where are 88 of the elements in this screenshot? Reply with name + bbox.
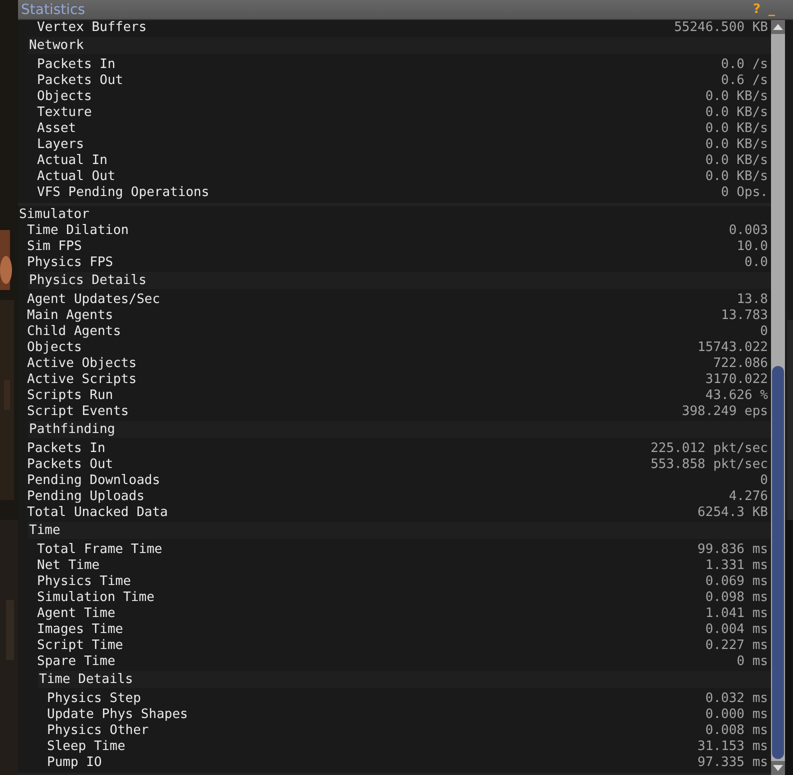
stat-label: Child Agents [27,324,122,340]
stat-value: 0 ms [736,654,768,670]
stat-value: 10.0 [736,239,768,255]
stat-label: VFS Pending Operations [37,185,210,201]
stat-value: 3170.022 [705,372,768,388]
stat-value: 0.6 /s [721,73,768,89]
stat-value: 398.249 eps [682,404,768,420]
scroll-up-icon[interactable] [771,20,785,34]
stat-value: 0.0 KB/s [705,169,768,185]
section-header[interactable]: Physics Details [28,272,771,289]
stat-value: 722.086 [713,356,768,372]
stat-value: 0 Ops. [721,185,768,201]
stat-value: 0.003 [728,223,768,239]
stat-value: 55246.500 KB [674,20,768,36]
stat-label: Script Events [27,404,130,420]
stat-label: Scripts Run [27,388,114,404]
section-header[interactable]: Pathfinding [28,421,771,438]
stat-value: 0 [760,473,768,489]
stat-value: 0.069 ms [705,574,768,590]
stat-label: Update Phys Shapes [47,707,189,723]
stat-value: 43.626 % [705,388,768,404]
stat-label: Time Dilation [27,223,130,239]
stat-value: 13.783 [721,308,768,324]
stat-label: Spare Time [37,654,116,670]
stat-value: 6254.3 KB [698,505,768,521]
stat-value: 0.004 ms [705,622,768,638]
stat-value: 1.041 ms [705,606,768,622]
stat-label: Texture [37,105,93,121]
stat-label: Packets In [27,441,106,457]
section-header[interactable]: Simulator [18,206,771,223]
stat-label: Net Time [37,558,101,574]
stat-label: Main Agents [27,308,114,324]
section-header[interactable]: Network [28,37,771,54]
stat-label: Agent Time [37,606,116,622]
stat-value: 553.858 pkt/sec [650,457,768,473]
stat-label: Pending Downloads [27,473,162,489]
stat-value: 0.0 /s [721,57,768,73]
stat-value: 0.0 KB/s [705,105,768,121]
stat-label: Packets Out [27,457,114,473]
stat-label: Physics Step [47,691,142,707]
section-header[interactable]: Time [28,522,771,539]
stat-label: Physics FPS [27,255,114,271]
stat-label: Actual In [37,153,108,169]
stat-value: 0.000 ms [705,707,768,723]
stat-label: Active Scripts [27,372,138,388]
stat-value: 0.0 KB/s [705,153,768,169]
stat-label: Images Time [37,622,124,638]
stat-label: Objects [37,89,93,105]
stat-label: Objects [27,340,83,356]
stat-value: 0.227 ms [705,638,768,654]
stat-label: Actual Out [37,169,116,185]
stat-label: Physics Time [37,574,132,590]
stat-label: Sleep Time [47,739,126,755]
scrollbar[interactable] [771,20,785,775]
stat-label: Script Time [37,638,124,654]
stat-label: Total Frame Time [37,542,164,558]
stat-value: 13.8 [736,292,768,308]
stat-value: 0 [760,324,768,340]
stat-label: Sim FPS [27,239,83,255]
stat-value: 97.335 ms [698,755,768,771]
scroll-down-icon[interactable] [771,761,785,775]
stat-value: 0.0 KB/s [705,89,768,105]
window-title: Statistics [21,2,86,18]
stat-label: Total Unacked Data [27,505,169,521]
stat-label: Agent Updates/Sec [27,292,162,308]
stat-label: Packets Out [37,73,124,89]
stat-value: 31.153 ms [698,739,768,755]
stat-value: 0.032 ms [705,691,768,707]
stat-label: Layers [37,137,85,153]
section-header[interactable]: Time Details [38,671,771,688]
stat-value: 0.0 [744,255,768,271]
stat-value: 99.836 ms [698,542,768,558]
stat-value: 1.331 ms [705,558,768,574]
stat-value: 225.012 pkt/sec [650,441,768,457]
stat-value: 0.098 ms [705,590,768,606]
stat-value: 15743.022 [698,340,768,356]
stat-label: Packets In [37,57,116,73]
stat-label: Pump IO [47,755,103,771]
stat-label: Simulation Time [37,590,156,606]
stat-label: Vertex Buffers [37,20,148,36]
stat-value: 0.008 ms [705,723,768,739]
stat-value: 4.276 [728,489,768,505]
stat-label: Physics Other [47,723,150,739]
stat-label: Pending Uploads [27,489,146,505]
stat-label: Active Objects [27,356,138,372]
stat-label: Asset [37,121,78,137]
stat-value: 0.0 KB/s [705,137,768,153]
stat-value: 0.0 KB/s [705,121,768,137]
